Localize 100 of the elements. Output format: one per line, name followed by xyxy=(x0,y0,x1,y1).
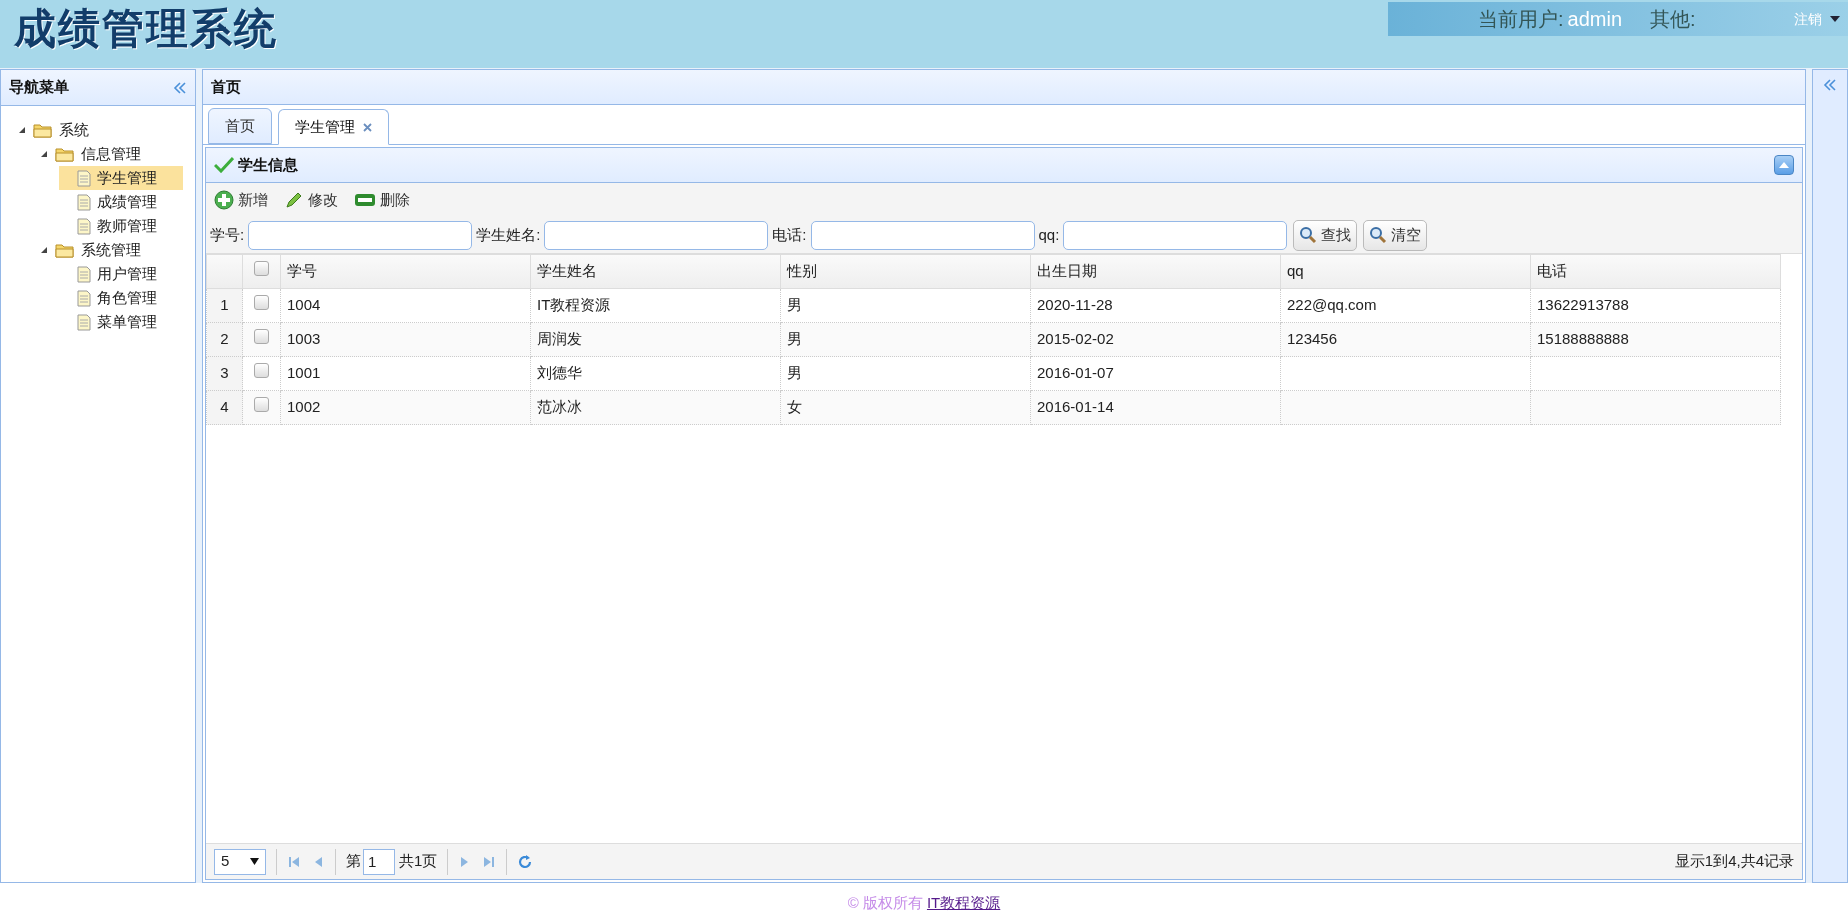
row-checkbox[interactable] xyxy=(254,329,269,345)
tree-item[interactable]: 菜单管理 xyxy=(59,310,183,334)
tree-item[interactable]: 成绩管理 xyxy=(59,190,183,214)
row-checkbox[interactable] xyxy=(254,295,269,311)
page-number-field[interactable]: 1 xyxy=(363,848,395,875)
column-header[interactable]: qq xyxy=(1280,254,1531,289)
table-row[interactable]: 3 1001 刘德华 男 2016-01-07 xyxy=(206,356,1781,391)
tree-label: 学生管理 xyxy=(97,167,157,188)
column-header[interactable]: 出生日期 xyxy=(1030,254,1281,289)
tree-label: 成绩管理 xyxy=(97,191,157,212)
table-cell: 222@qq.com xyxy=(1280,288,1531,323)
minus-icon xyxy=(354,193,376,207)
search-button[interactable]: 查找 xyxy=(1293,219,1358,251)
expanded-triangle-icon[interactable] xyxy=(40,150,48,158)
other-label: 其他: xyxy=(1650,7,1696,32)
column-header[interactable]: 性别 xyxy=(780,254,1031,289)
row-number: 3 xyxy=(206,356,243,391)
row-checkbox[interactable] xyxy=(254,363,269,379)
toolbar-button[interactable]: 修改 xyxy=(284,188,338,212)
plus-icon xyxy=(214,190,234,210)
table-cell: 周润发 xyxy=(530,322,781,357)
row-number: 4 xyxy=(206,390,243,425)
search-button[interactable]: 清空 xyxy=(1363,219,1428,251)
tree-item[interactable]: 系统管理 xyxy=(37,238,183,262)
user-label: 当前用户: xyxy=(1478,7,1564,32)
search-field[interactable] xyxy=(544,220,769,250)
caret-icon xyxy=(1830,16,1840,22)
tree-item[interactable]: 系统 xyxy=(15,118,183,142)
table-cell: IT教程资源 xyxy=(530,288,781,323)
table-cell: 男 xyxy=(780,288,1031,323)
table-cell: 男 xyxy=(780,356,1031,391)
tree-item[interactable]: 教师管理 xyxy=(59,214,183,238)
page-total: 共1页 xyxy=(399,851,438,872)
folder-icon xyxy=(55,146,75,162)
panel-title: 导航菜单 xyxy=(9,77,69,98)
collapse-icon[interactable] xyxy=(173,81,187,94)
table-row[interactable]: 2 1003 周润发 男 2015-02-02 123456 15188888888 xyxy=(206,322,1781,357)
search-field[interactable] xyxy=(248,220,473,250)
pencil-icon xyxy=(284,190,304,210)
tree-label: 菜单管理 xyxy=(97,311,157,332)
copyright-text: © 版权所有 xyxy=(847,892,923,913)
document-icon xyxy=(77,169,91,187)
tree-item[interactable]: 角色管理 xyxy=(59,286,183,310)
table-cell: 15188888888 xyxy=(1530,322,1781,357)
tree-item[interactable]: 信息管理 xyxy=(37,142,183,166)
table-cell: 123456 xyxy=(1280,322,1531,357)
document-icon xyxy=(77,217,91,235)
footer-link[interactable]: IT教程资源 xyxy=(926,891,1001,915)
table-cell: 13622913788 xyxy=(1530,288,1781,323)
column-header[interactable]: 学生姓名 xyxy=(530,254,781,289)
column-header[interactable]: 电话 xyxy=(1530,254,1781,289)
table-cell: 1003 xyxy=(280,322,531,357)
column-header[interactable]: 学号 xyxy=(280,254,531,289)
field-label: 学生姓名: xyxy=(476,224,541,245)
page-size-select[interactable]: 5 xyxy=(214,848,266,875)
tab[interactable]: 学生管理 xyxy=(278,109,389,145)
user-name: admin xyxy=(1567,7,1623,32)
table-cell: 2016-01-14 xyxy=(1030,390,1281,425)
page-info: 显示1到4,共4记录 xyxy=(1674,851,1794,872)
table-cell: 1001 xyxy=(280,356,531,391)
tree-label: 用户管理 xyxy=(97,263,157,284)
tree-label: 角色管理 xyxy=(97,287,157,308)
table-row[interactable]: 4 1002 范冰冰 女 2016-01-14 xyxy=(206,390,1781,425)
table-row[interactable]: 1 1004 IT教程资源 男 2020-11-28 222@qq.com 13622913788 xyxy=(206,288,1781,323)
document-icon xyxy=(77,313,91,331)
expanded-triangle-icon[interactable] xyxy=(18,126,26,134)
tree-label: 系统管理 xyxy=(81,239,141,260)
close-icon[interactable] xyxy=(363,122,372,132)
toolbar-button[interactable]: 新增 xyxy=(214,188,268,212)
tree-item[interactable]: 用户管理 xyxy=(59,262,183,286)
collapse-icon[interactable] xyxy=(1774,155,1794,175)
table-cell: 1002 xyxy=(280,390,531,425)
row-checkbox[interactable] xyxy=(254,397,269,413)
tree-item[interactable]: 学生管理 xyxy=(59,166,183,190)
field-label: qq: xyxy=(1038,224,1060,245)
row-number: 2 xyxy=(206,322,243,357)
last-page-icon[interactable] xyxy=(482,854,497,869)
table-cell: 2016-01-07 xyxy=(1030,356,1281,391)
toolbar-button[interactable]: 删除 xyxy=(354,188,410,212)
document-icon xyxy=(77,289,91,307)
refresh-icon[interactable] xyxy=(517,853,534,870)
app-logo: 成绩管理系统 xyxy=(14,8,278,50)
panel-title: 首页 xyxy=(211,76,241,97)
field-label: 学号: xyxy=(210,224,245,245)
row-checkbox[interactable] xyxy=(254,261,269,277)
tree-label: 系统 xyxy=(59,119,89,140)
tab[interactable]: 首页 xyxy=(208,108,272,144)
folder-icon xyxy=(33,122,53,138)
table-cell: 1004 xyxy=(280,288,531,323)
first-page-icon[interactable] xyxy=(287,854,301,869)
document-icon xyxy=(77,193,91,211)
magnifier-icon xyxy=(1299,226,1318,244)
search-field[interactable] xyxy=(1063,220,1288,250)
table-cell: 刘德华 xyxy=(530,356,781,391)
table-cell: 女 xyxy=(780,390,1031,425)
table-cell: 男 xyxy=(780,322,1031,357)
panel-title: 学生信息 xyxy=(238,154,298,175)
table-cell: 2015-02-02 xyxy=(1030,322,1281,357)
search-field[interactable] xyxy=(810,220,1035,250)
expanded-triangle-icon[interactable] xyxy=(40,246,48,254)
